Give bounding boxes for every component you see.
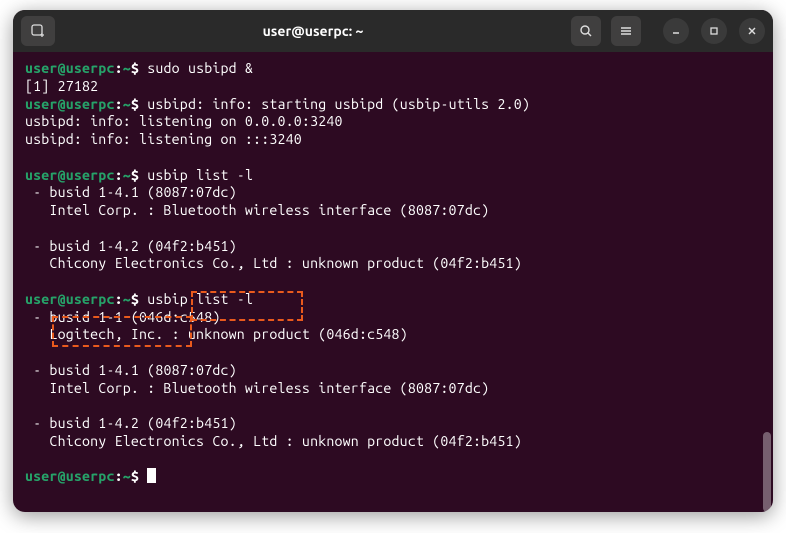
window-title: user@userpc: ~ [63,23,563,39]
prompt-path: ~ [123,60,131,76]
prompt-end: $ [131,468,147,484]
output-line: Chicony Electronics Co., Ltd : unknown p… [25,433,761,451]
output-line: Chicony Electronics Co., Ltd : unknown p… [25,255,761,273]
output-line: Intel Corp. : Bluetooth wireless interfa… [25,380,761,398]
blank-line [25,149,761,167]
window-controls [663,18,765,44]
maximize-icon [708,25,720,37]
prompt-line: user@userpc:~$ usbip list -l [25,167,761,185]
search-icon [579,24,593,38]
output-line: - busid 1-4.2 (04f2:b451) [25,238,761,256]
blank-line [25,451,761,469]
prompt-line: user@userpc:~$ usbipd: info: starting us… [25,96,761,114]
prompt-line: user@userpc:~$ usbip list -l [25,291,761,309]
close-button[interactable] [739,18,765,44]
prompt-sep: : [115,468,123,484]
titlebar: user@userpc: ~ [13,10,773,52]
output-line: Intel Corp. : Bluetooth wireless interfa… [25,202,761,220]
prompt-end: $ [131,291,147,307]
prompt-sep: : [115,291,123,307]
prompt-path: ~ [123,468,131,484]
minimize-icon [670,25,682,37]
output-line: - busid 1-4.1 (8087:07dc) [25,184,761,202]
command-text: usbip list -l [147,291,253,307]
prompt-sep: : [115,96,123,112]
title-actions [571,16,641,46]
blank-line [25,273,761,291]
new-tab-icon [30,23,46,39]
maximize-button[interactable] [701,18,727,44]
output-line: Logitech, Inc. : unknown product (046d:c… [25,326,761,344]
blank-line [25,220,761,238]
terminal-content[interactable]: user@userpc:~$ sudo usbipd & [1] 27182 u… [13,52,773,512]
prompt-user: user@userpc [25,291,115,307]
prompt-line: user@userpc:~$ [25,468,761,486]
prompt-sep: : [115,60,123,76]
prompt-line: user@userpc:~$ sudo usbipd & [25,60,761,78]
cursor [147,468,156,483]
prompt-user: user@userpc [25,167,115,183]
command-text: usbip list -l [147,167,253,183]
close-icon [746,25,758,37]
prompt-end: $ [131,60,147,76]
menu-button[interactable] [611,16,641,46]
terminal-window: user@userpc: ~ user@userpc:~$ sudo usbip… [13,10,773,512]
output-text: usbipd: info: starting usbipd (usbip-uti… [147,96,530,112]
scrollbar-thumb[interactable] [763,432,771,512]
command-text: sudo usbipd & [147,60,253,76]
prompt-path: ~ [123,96,131,112]
hamburger-icon [619,24,633,38]
blank-line [25,397,761,415]
prompt-user: user@userpc [25,468,115,484]
output-line: usbipd: info: listening on 0.0.0.0:3240 [25,113,761,131]
prompt-end: $ [131,96,147,112]
minimize-button[interactable] [663,18,689,44]
prompt-user: user@userpc [25,60,115,76]
prompt-path: ~ [123,167,131,183]
output-line: - busid 1-4.2 (04f2:b451) [25,415,761,433]
new-tab-button[interactable] [21,16,55,46]
prompt-user: user@userpc [25,96,115,112]
prompt-sep: : [115,167,123,183]
output-line: - busid 1-1 (046d:c548) [25,309,761,327]
search-button[interactable] [571,16,601,46]
prompt-path: ~ [123,291,131,307]
blank-line [25,344,761,362]
output-line: - busid 1-4.1 (8087:07dc) [25,362,761,380]
output-line: [1] 27182 [25,78,761,96]
prompt-end: $ [131,167,147,183]
output-line: usbipd: info: listening on :::3240 [25,131,761,149]
